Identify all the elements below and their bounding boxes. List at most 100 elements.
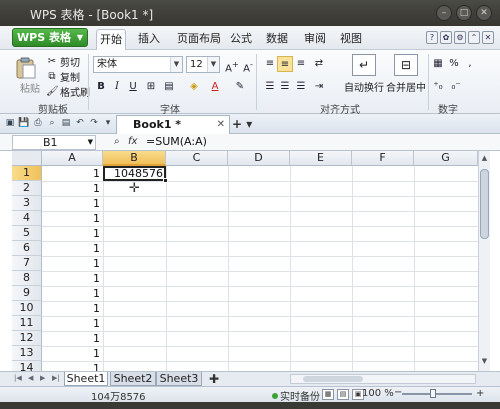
column-header-a[interactable]: A bbox=[42, 151, 103, 166]
zoom-in-icon[interactable]: + bbox=[476, 388, 484, 399]
decrease-decimal-icon[interactable]: ₀⁻ bbox=[448, 79, 464, 95]
zoom-slider[interactable] bbox=[402, 393, 472, 395]
cell-a4[interactable]: 1 bbox=[42, 211, 103, 226]
cell-a7[interactable]: 1 bbox=[42, 256, 103, 271]
row-header[interactable]: 4 bbox=[12, 211, 42, 226]
column-header-c[interactable]: C bbox=[166, 151, 228, 166]
skin-icon[interactable]: ✿ bbox=[440, 31, 452, 44]
tab-view[interactable]: 视图 bbox=[336, 29, 366, 50]
copy-button[interactable]: ⧉ 复制 bbox=[46, 69, 80, 85]
cell-a2[interactable]: 1 bbox=[42, 181, 103, 196]
cell-a11[interactable]: 1 bbox=[42, 316, 103, 331]
row-header[interactable]: 5 bbox=[12, 226, 42, 241]
save-icon[interactable]: 💾 bbox=[18, 117, 30, 129]
merge-border-icon[interactable]: ▤ bbox=[161, 79, 177, 95]
folder-icon[interactable]: ▣ bbox=[4, 117, 16, 129]
print-icon[interactable]: ⎙ bbox=[32, 117, 44, 129]
cell-a9[interactable]: 1 bbox=[42, 286, 103, 301]
row-header[interactable]: 8 bbox=[12, 271, 42, 286]
font-size-select[interactable]: 12 ▼ bbox=[186, 56, 220, 73]
row-header[interactable]: 9 bbox=[12, 286, 42, 301]
horizontal-scrollbar[interactable] bbox=[290, 374, 476, 384]
maximize-button[interactable]: □ bbox=[456, 5, 472, 21]
grow-font-icon[interactable]: A+ bbox=[224, 56, 240, 74]
row-header[interactable]: 14 bbox=[12, 361, 42, 371]
row-header[interactable]: 3 bbox=[12, 196, 42, 211]
italic-icon[interactable]: I bbox=[109, 79, 125, 95]
window-close-icon[interactable]: ✕ bbox=[482, 31, 494, 44]
sheet-tab-sheet1[interactable]: Sheet1 bbox=[64, 372, 108, 386]
tab-data[interactable]: 数据 bbox=[262, 29, 292, 50]
minimize-button[interactable]: – bbox=[436, 5, 452, 21]
cell-a3[interactable]: 1 bbox=[42, 196, 103, 211]
export-pdf-icon[interactable]: ▤ bbox=[60, 117, 72, 129]
increase-decimal-icon[interactable]: ⁺₀ bbox=[430, 79, 446, 95]
cell-a10[interactable]: 1 bbox=[42, 301, 103, 316]
number-format-icon[interactable]: ▦ bbox=[430, 56, 446, 72]
cell-a13[interactable]: 1 bbox=[42, 346, 103, 361]
underline-icon[interactable]: U bbox=[125, 79, 141, 95]
normal-view-icon[interactable]: ▦ bbox=[322, 389, 334, 400]
next-sheet-icon[interactable]: ▶ bbox=[40, 374, 45, 382]
column-header-f[interactable]: F bbox=[352, 151, 414, 166]
cell-a6[interactable]: 1 bbox=[42, 241, 103, 256]
column-header-g[interactable]: G bbox=[414, 151, 478, 166]
sheet-tab-sheet2[interactable]: Sheet2 bbox=[110, 372, 156, 386]
tab-insert[interactable]: 插入 bbox=[134, 29, 164, 50]
redo-icon[interactable]: ↷ bbox=[88, 117, 100, 129]
cell-a8[interactable]: 1 bbox=[42, 271, 103, 286]
indent-icon[interactable]: ⇥ bbox=[311, 79, 327, 95]
align-top-icon[interactable]: ≡ bbox=[262, 56, 278, 72]
row-header[interactable]: 1 bbox=[12, 166, 42, 181]
document-tab[interactable]: Book1 * ✕ bbox=[116, 115, 230, 134]
row-header[interactable]: 7 bbox=[12, 256, 42, 271]
row-header[interactable]: 11 bbox=[12, 316, 42, 331]
name-box[interactable]: B1 ▼ bbox=[12, 135, 96, 150]
cell-a5[interactable]: 1 bbox=[42, 226, 103, 241]
row-header[interactable]: 12 bbox=[12, 331, 42, 346]
paste-icon[interactable] bbox=[14, 56, 38, 80]
zoom-slider-handle[interactable] bbox=[430, 389, 436, 398]
print-preview-icon[interactable]: ⌕ bbox=[46, 117, 58, 129]
clear-format-icon[interactable]: ✎ bbox=[232, 79, 248, 95]
align-center-icon[interactable]: ☰ bbox=[277, 79, 293, 95]
tab-formulas[interactable]: 公式 bbox=[226, 29, 256, 50]
align-middle-icon[interactable]: ≡ bbox=[277, 56, 293, 72]
row-header[interactable]: 2 bbox=[12, 181, 42, 196]
sheet-tab-sheet3[interactable]: Sheet3 bbox=[156, 372, 202, 386]
fill-color-icon[interactable]: ◈ bbox=[186, 79, 202, 95]
zoom-formula-icon[interactable]: ⌕ bbox=[114, 136, 120, 147]
column-header-b[interactable]: B bbox=[103, 151, 166, 166]
fill-handle[interactable] bbox=[163, 178, 168, 183]
backup-status[interactable]: 实时备份 bbox=[272, 388, 320, 403]
scroll-down-icon[interactable]: ▼ bbox=[480, 357, 489, 367]
customize-icon[interactable]: ▾ bbox=[102, 117, 114, 129]
fx-icon[interactable]: fx bbox=[128, 136, 137, 147]
page-break-view-icon[interactable]: ▤ bbox=[337, 389, 349, 400]
select-all-corner[interactable] bbox=[12, 151, 42, 166]
font-name-select[interactable]: 宋体 ▼ bbox=[93, 56, 183, 73]
tab-home[interactable]: 开始 bbox=[96, 29, 126, 50]
settings-icon[interactable]: ⚙ bbox=[454, 31, 466, 44]
tab-page-layout[interactable]: 页面布局 bbox=[174, 29, 224, 50]
row-header[interactable]: 6 bbox=[12, 241, 42, 256]
shrink-font-icon[interactable]: A- bbox=[240, 56, 256, 74]
add-sheet-icon[interactable]: ✚ bbox=[209, 372, 219, 386]
cell-a1[interactable]: 1 bbox=[42, 166, 103, 181]
close-icon[interactable]: ✕ bbox=[217, 116, 225, 134]
align-bottom-icon[interactable]: ≡ bbox=[293, 56, 309, 72]
wrap-text-button[interactable]: ↵ 自动换行 bbox=[342, 54, 386, 94]
align-left-icon[interactable]: ☰ bbox=[262, 79, 278, 95]
bold-icon[interactable]: B bbox=[93, 79, 109, 95]
merge-center-button[interactable]: ⊟ 合并居中 bbox=[385, 54, 427, 94]
cell-a14[interactable]: 1 bbox=[42, 361, 103, 371]
align-right-icon[interactable]: ☰ bbox=[293, 79, 309, 95]
first-sheet-icon[interactable]: |◀ bbox=[14, 374, 22, 382]
percent-button[interactable]: % bbox=[446, 56, 462, 72]
vertical-scrollbar[interactable]: ▲ ▼ bbox=[478, 151, 490, 371]
row-header[interactable]: 13 bbox=[12, 346, 42, 361]
close-button[interactable]: ✕ bbox=[476, 5, 492, 21]
cut-button[interactable]: ✂ 剪切 bbox=[46, 54, 80, 70]
help-icon[interactable]: ? bbox=[426, 31, 438, 44]
vertical-scroll-thumb[interactable] bbox=[480, 169, 489, 239]
